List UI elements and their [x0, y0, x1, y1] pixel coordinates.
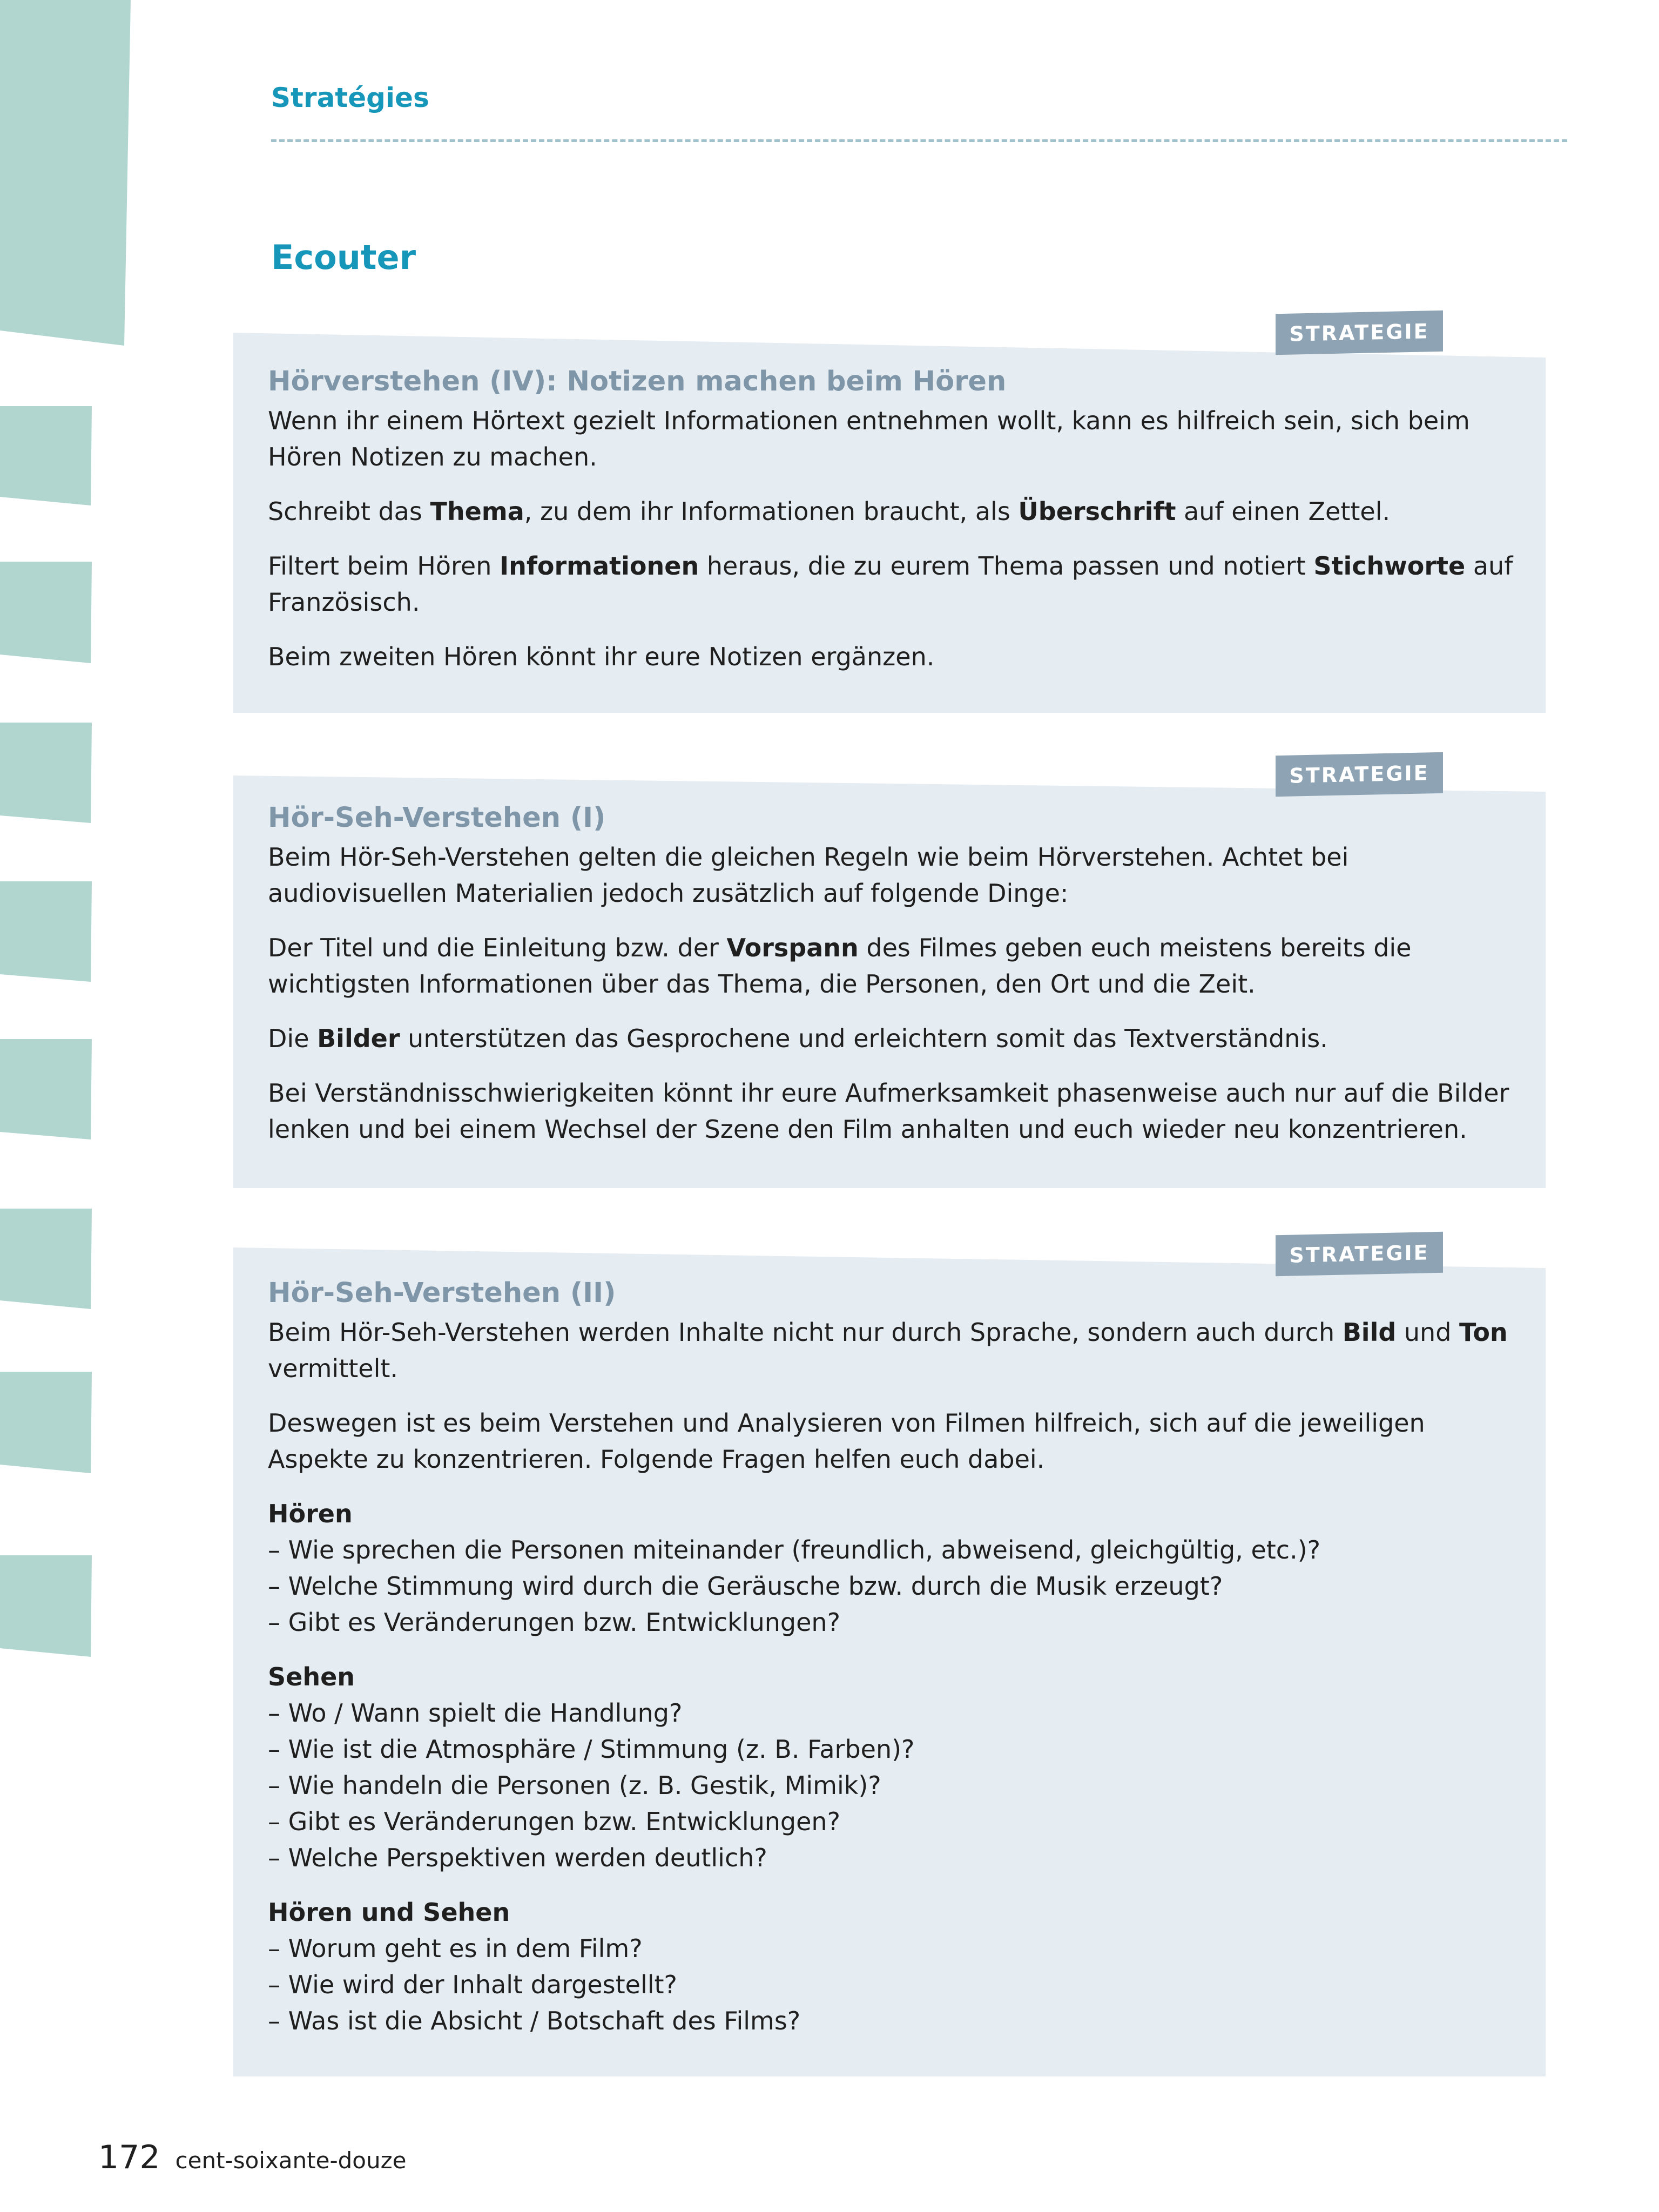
question-item: Gibt es Veränderungen bzw. Entwicklungen…	[268, 1604, 1513, 1641]
strategy-box-hoer-seh-verstehen-ii: STRATEGIE Hör-Seh-Verstehen (II) Beim Hö…	[233, 1231, 1546, 2076]
side-tab	[0, 406, 92, 505]
question-item: Was ist die Absicht / Botschaft des Film…	[268, 2003, 1513, 2039]
box-content: Hörverstehen (IV): Notizen machen beim H…	[268, 363, 1513, 693]
box-paragraph: Deswegen ist es beim Verstehen und Analy…	[268, 1408, 1425, 1474]
question-item: Wie handeln die Personen (z. B. Gestik, …	[268, 1768, 1513, 1804]
strategy-box-hoerverstehen-iv: STRATEGIE Hörverstehen (IV): Notizen mac…	[233, 310, 1546, 713]
question-item: Wo / Wann spielt die Handlung?	[268, 1695, 1513, 1731]
question-group-title: Hören	[268, 1499, 353, 1528]
box-paragraph: Filtert beim Hören Informationen heraus,…	[268, 551, 1513, 617]
box-content: Hör-Seh-Verstehen (II) Beim Hör-Seh-Vers…	[268, 1274, 1513, 2058]
question-item: Welche Perspektiven werden deutlich?	[268, 1840, 1513, 1876]
box-paragraph: Beim Hör-Seh-Verstehen werden Inhalte ni…	[268, 1318, 1508, 1383]
page-number: 172	[98, 2139, 160, 2176]
box-content: Hör-Seh-Verstehen (I) Beim Hör-Seh-Verst…	[268, 799, 1513, 1166]
side-tab	[0, 1555, 92, 1657]
box-heading: Hör-Seh-Verstehen (I)	[268, 802, 606, 834]
page-title: Ecouter	[271, 238, 416, 277]
strategie-tag: STRATEGIE	[1276, 1231, 1443, 1277]
box-paragraph: Wenn ihr einem Hörtext gezielt Informati…	[268, 406, 1470, 471]
page-number-words: cent-soixante-douze	[175, 2147, 407, 2174]
box-paragraph: Beim Hör-Seh-Verstehen gelten die gleich…	[268, 842, 1349, 908]
question-list: Wo / Wann spielt die Handlung? Wie ist d…	[268, 1695, 1513, 1876]
side-tab	[0, 1039, 92, 1139]
strategy-box-hoer-seh-verstehen-i: STRATEGIE Hör-Seh-Verstehen (I) Beim Hör…	[233, 752, 1546, 1188]
section-divider	[271, 139, 1567, 142]
side-tab	[0, 0, 131, 346]
box-paragraph: Der Titel und die Einleitung bzw. der Vo…	[268, 933, 1412, 999]
question-list: Wie sprechen die Personen miteinander (f…	[268, 1532, 1513, 1641]
question-item: Welche Stimmung wird durch die Geräusche…	[268, 1568, 1513, 1604]
page-footer: 172 cent-soixante-douze	[98, 2139, 407, 2176]
side-tab	[0, 723, 92, 823]
question-group-title: Hören und Sehen	[268, 1898, 510, 1927]
box-heading: Hörverstehen (IV): Notizen machen beim H…	[268, 366, 1007, 397]
question-item: Worum geht es in dem Film?	[268, 1931, 1513, 1967]
box-paragraph: Die Bilder unterstützen das Gesprochene …	[268, 1024, 1328, 1053]
side-tab	[0, 881, 92, 982]
question-group-title: Sehen	[268, 1662, 355, 1691]
question-item: Wie sprechen die Personen miteinander (f…	[268, 1532, 1513, 1568]
strategie-tag: STRATEGIE	[1276, 752, 1443, 797]
side-register-tabs	[0, 0, 131, 1657]
side-tab	[0, 562, 92, 663]
side-tab	[0, 1209, 92, 1309]
strategie-tag: STRATEGIE	[1276, 310, 1443, 355]
question-item: Wie wird der Inhalt dargestellt?	[268, 1967, 1513, 2003]
question-item: Gibt es Veränderungen bzw. Entwicklungen…	[268, 1804, 1513, 1840]
box-paragraph: Schreibt das Thema, zu dem ihr Informati…	[268, 497, 1391, 526]
question-item: Wie ist die Atmosphäre / Stimmung (z. B.…	[268, 1731, 1513, 1768]
question-list: Worum geht es in dem Film? Wie wird der …	[268, 1931, 1513, 2039]
box-heading: Hör-Seh-Verstehen (II)	[268, 1277, 616, 1309]
box-paragraph: Beim zweiten Hören könnt ihr eure Notize…	[268, 642, 935, 671]
box-paragraph: Bei Verständnisschwierigkeiten könnt ihr…	[268, 1078, 1509, 1144]
section-label: Stratégies	[271, 82, 429, 113]
side-tab	[0, 1372, 92, 1473]
